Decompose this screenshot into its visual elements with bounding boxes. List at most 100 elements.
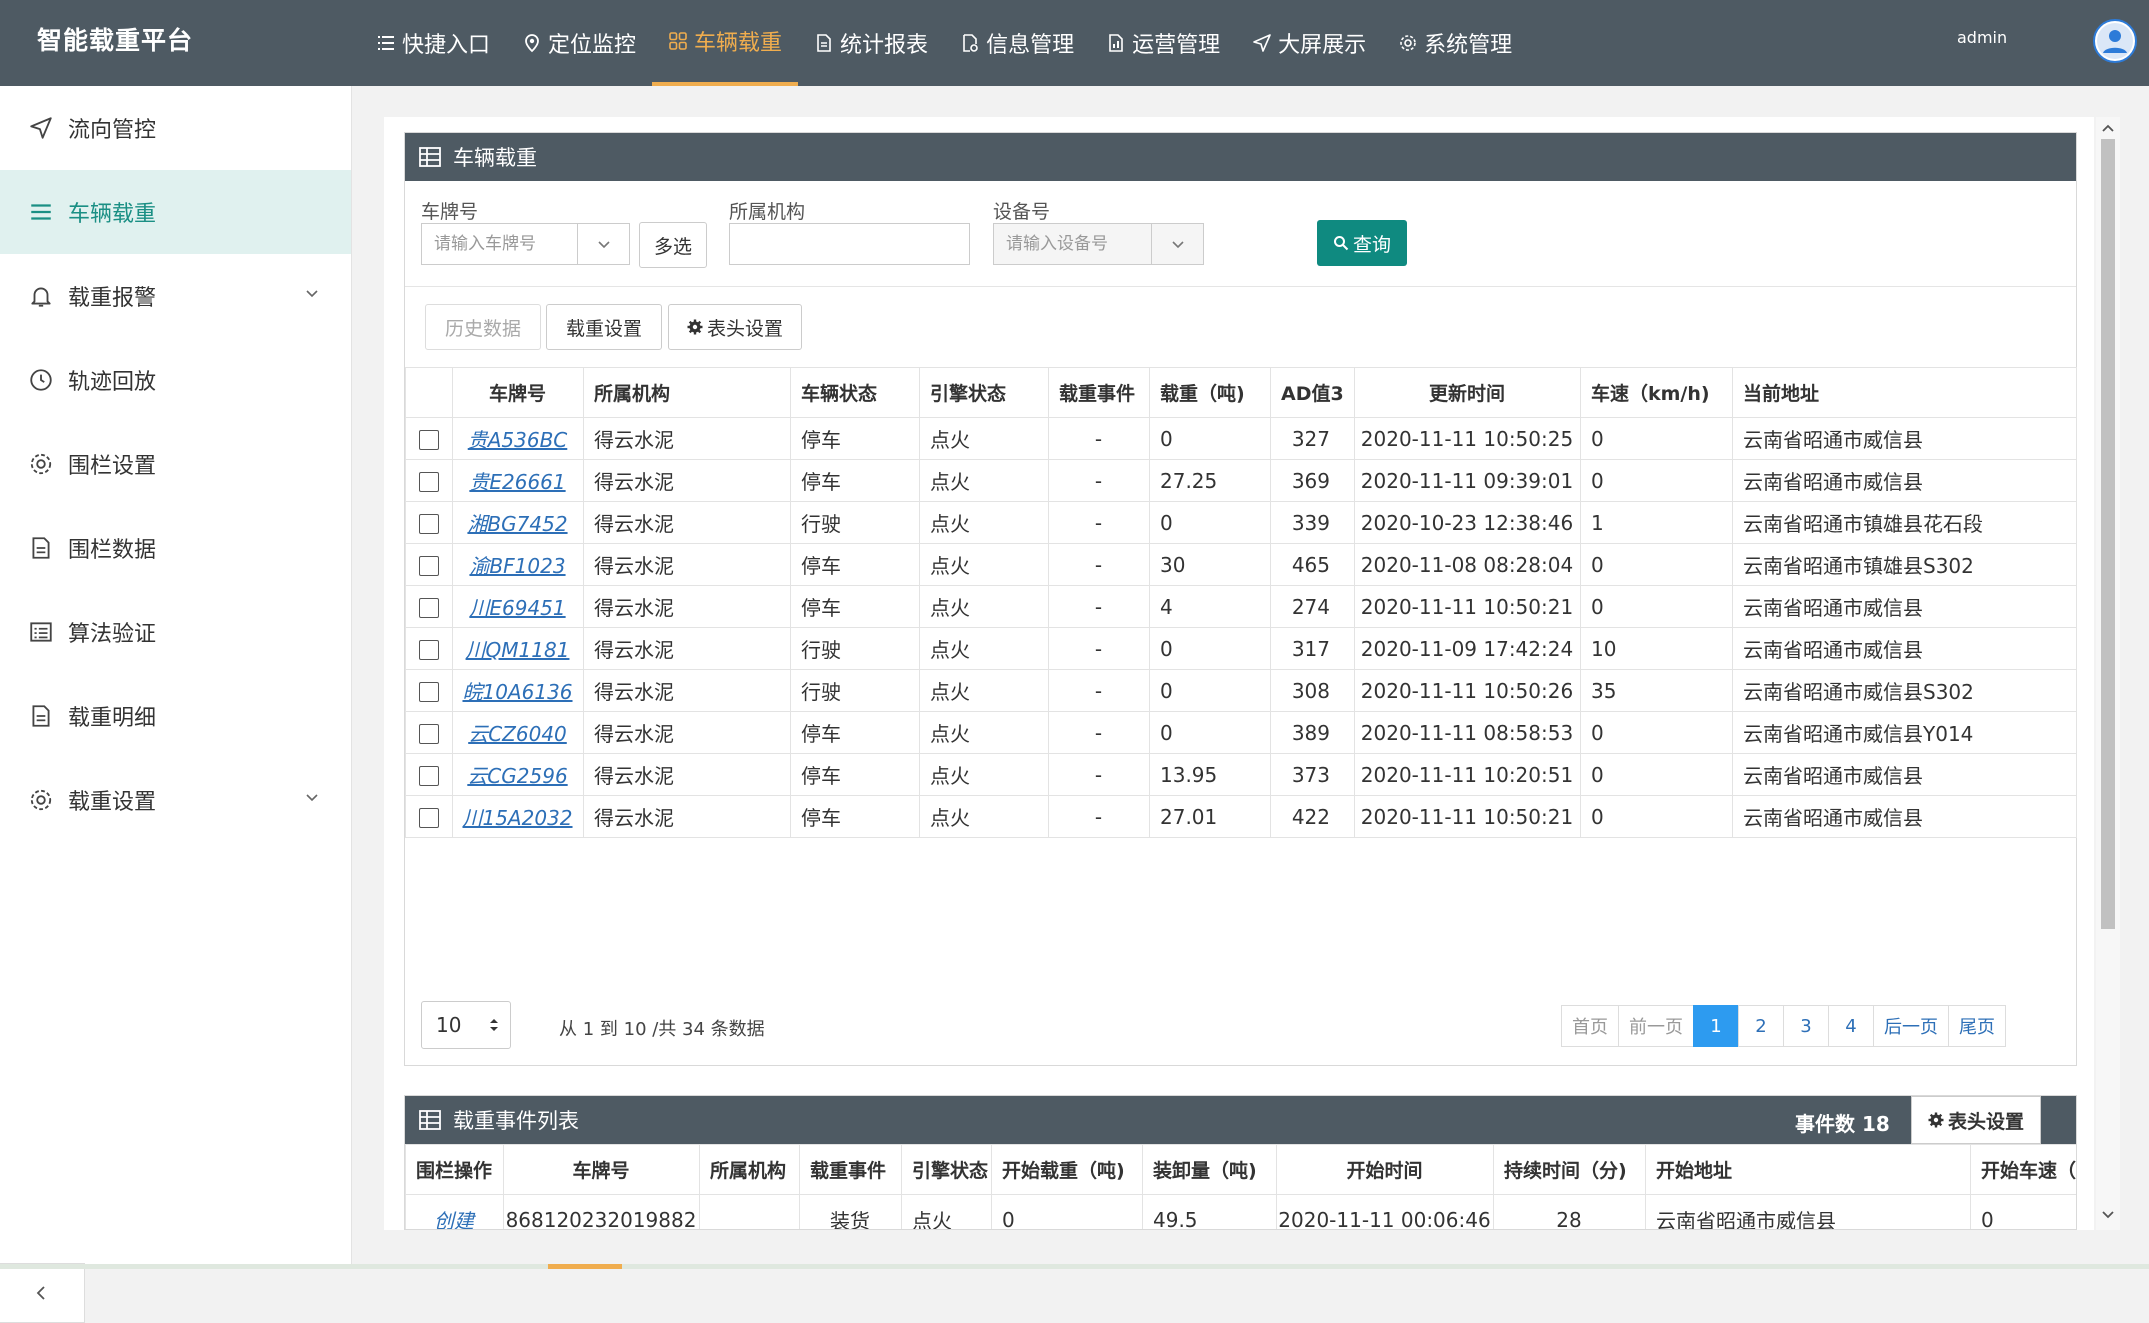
table-row[interactable]: 云CG2596 得云水泥 停车 点火 -13.95 373 2020-11-11 10:20… bbox=[405, 753, 2077, 796]
table-row[interactable]: 贵E26661 得云水泥 停车 点火 -27.25 369 2020-11-11 09:39… bbox=[405, 459, 2077, 502]
scroll-down-arrow-icon[interactable] bbox=[2101, 1208, 2115, 1222]
column-header[interactable]: 引擎状态 bbox=[919, 367, 1049, 418]
column-header[interactable]: 所属机构 bbox=[699, 1144, 800, 1195]
sidebar-item-flow-control[interactable]: 流向管控 bbox=[0, 86, 351, 170]
plate-select[interactable]: 请输入车牌号 bbox=[421, 223, 578, 265]
column-header[interactable]: 载重事件 bbox=[799, 1144, 902, 1195]
column-header[interactable]: 开始载重（吨) bbox=[991, 1144, 1143, 1195]
column-header[interactable]: 围栏操作 bbox=[405, 1144, 504, 1195]
page-button-1[interactable]: 1 bbox=[1693, 1005, 1739, 1047]
plate-link[interactable]: 皖10A6136 bbox=[462, 680, 572, 704]
column-header[interactable]: 车辆状态 bbox=[790, 367, 920, 418]
sidebar-item-fence-data[interactable]: 围栏数据 bbox=[0, 506, 351, 590]
page-button-3[interactable]: 3 bbox=[1783, 1005, 1829, 1047]
device-select[interactable]: 请输入设备号 bbox=[993, 223, 1152, 265]
table-row[interactable]: 川E69451 得云水泥 停车 点火 -4 274 2020-11-11 10:50:21 0… bbox=[405, 585, 2077, 628]
user-name[interactable]: admin bbox=[1957, 28, 2007, 47]
scrollbar-thumb[interactable] bbox=[2101, 139, 2115, 929]
sidebar-item-track-playback[interactable]: 轨迹回放 bbox=[0, 338, 351, 422]
plate-link[interactable]: 湘BG7452 bbox=[467, 512, 567, 536]
scroll-up-arrow-icon[interactable] bbox=[2101, 121, 2115, 135]
column-header[interactable]: 开始车速（ bbox=[1970, 1144, 2076, 1195]
accent-marker bbox=[548, 1264, 622, 1269]
plate-link[interactable]: 云CZ6040 bbox=[468, 722, 567, 746]
query-button[interactable]: 查询 bbox=[1317, 220, 1407, 266]
nav-item-statistics[interactable]: 统计报表 bbox=[798, 0, 944, 86]
column-header[interactable]: 当前地址 bbox=[1732, 367, 2077, 418]
column-header[interactable]: 车牌号 bbox=[452, 367, 584, 418]
sidebar-item-load-alarm[interactable]: 载重报警 bbox=[0, 254, 351, 338]
fence-action-link[interactable]: 创建 bbox=[434, 1209, 474, 1229]
page-button-2[interactable]: 2 bbox=[1738, 1005, 1784, 1047]
table-row[interactable]: 川QM1181 得云水泥 行驶 点火 -0 317 2020-11-09 17:42:24 1… bbox=[405, 627, 2077, 670]
plate-link[interactable]: 云CG2596 bbox=[467, 764, 567, 788]
column-header[interactable]: 所属机构 bbox=[583, 367, 791, 418]
table-row[interactable]: 渝BF1023 得云水泥 停车 点火 -30 465 2020-11-08 08:28:04… bbox=[405, 543, 2077, 586]
plate-link[interactable]: 川15A2032 bbox=[462, 806, 572, 830]
row-checkbox[interactable] bbox=[418, 640, 439, 660]
avatar[interactable] bbox=[2093, 19, 2137, 63]
column-header[interactable]: 载重（吨) bbox=[1149, 367, 1271, 418]
table-row[interactable]: 湘BG7452 得云水泥 行驶 点火 -0 339 2020-10-23 12:38:46 1… bbox=[405, 501, 2077, 544]
page-button-4[interactable]: 4 bbox=[1828, 1005, 1874, 1047]
next-page-button[interactable]: 后一页 bbox=[1873, 1005, 1949, 1047]
first-page-button[interactable]: 首页 bbox=[1561, 1005, 1619, 1047]
column-header[interactable]: 装卸量（吨) bbox=[1142, 1144, 1277, 1195]
sidebar-item-load-details[interactable]: 载重明细 bbox=[0, 674, 351, 758]
history-data-button[interactable]: 历史数据 bbox=[425, 304, 541, 350]
sidebar-collapse-button[interactable] bbox=[0, 1263, 85, 1323]
nav-item-location-monitor[interactable]: 定位监控 bbox=[506, 0, 652, 86]
table-row[interactable]: 云CZ6040 得云水泥 停车 点火 -0 389 2020-11-11 08:58:53 0… bbox=[405, 711, 2077, 754]
page-size-select[interactable]: 10 bbox=[421, 1001, 511, 1049]
table-row[interactable]: 创建 868120232019882 装货 点火 0 49.5 2020-11-… bbox=[405, 1194, 2076, 1229]
column-header[interactable]: AD值3 bbox=[1270, 367, 1355, 418]
plate-link[interactable]: 川E69451 bbox=[469, 596, 565, 620]
nav-item-info-management[interactable]: 信息管理 bbox=[944, 0, 1090, 86]
column-header[interactable]: 车速（km/h) bbox=[1580, 367, 1733, 418]
table-row[interactable]: 川15A2032 得云水泥 停车 点火 -27.01 422 2020-11-11 10:5… bbox=[405, 795, 2077, 838]
column-header[interactable]: 开始地址 bbox=[1645, 1144, 1971, 1195]
plate-dropdown-button[interactable] bbox=[578, 223, 630, 265]
table-cell: 停车 bbox=[790, 795, 920, 838]
table-row[interactable]: 贵A536BC 得云水泥 停车 点火 -0 327 2020-11-11 10:50:25 0… bbox=[405, 417, 2077, 460]
sidebar-item-vehicle-load[interactable]: 车辆载重 bbox=[0, 170, 351, 254]
sidebar-item-load-settings[interactable]: 载重设置 bbox=[0, 758, 351, 842]
plate-link[interactable]: 川QM1181 bbox=[466, 638, 570, 662]
nav-item-quick-entry[interactable]: 快捷入口 bbox=[360, 0, 506, 86]
plate-link[interactable]: 贵A536BC bbox=[468, 428, 568, 452]
fence-create-link[interactable]: 创建 bbox=[405, 1194, 504, 1229]
table-row[interactable]: 皖10A6136 得云水泥 行驶 点火 -0 308 2020-11-11 10:50:26… bbox=[405, 669, 2077, 712]
row-checkbox[interactable] bbox=[418, 472, 439, 492]
previous-page-button[interactable]: 前一页 bbox=[1618, 1005, 1694, 1047]
sidebar-item-fence-settings[interactable]: 围栏设置 bbox=[0, 422, 351, 506]
nav-item-vehicle-load[interactable]: 车辆载重 bbox=[652, 0, 799, 86]
row-checkbox[interactable] bbox=[418, 766, 439, 786]
row-checkbox[interactable] bbox=[418, 682, 439, 702]
nav-item-big-screen[interactable]: 大屏展示 bbox=[1236, 0, 1382, 86]
header-settings-button[interactable]: 表头设置 bbox=[668, 304, 802, 350]
sidebar-item-algorithm-verify[interactable]: 算法验证 bbox=[0, 590, 351, 674]
org-input[interactable] bbox=[729, 223, 970, 265]
plate-link[interactable]: 贵E26661 bbox=[469, 470, 565, 494]
last-page-button[interactable]: 尾页 bbox=[1948, 1005, 2006, 1047]
column-header[interactable]: 持续时间（分) bbox=[1493, 1144, 1646, 1195]
nav-item-operations[interactable]: 运营管理 bbox=[1090, 0, 1236, 86]
vertical-scrollbar[interactable] bbox=[2096, 117, 2120, 1230]
row-checkbox[interactable] bbox=[418, 598, 439, 618]
row-checkbox[interactable] bbox=[418, 724, 439, 744]
row-checkbox[interactable] bbox=[418, 808, 439, 828]
row-checkbox[interactable] bbox=[418, 556, 439, 576]
event-header-settings-button[interactable]: 表头设置 bbox=[1911, 1096, 2041, 1144]
column-header[interactable]: 车牌号 bbox=[503, 1144, 700, 1195]
column-header[interactable]: 更新时间 bbox=[1354, 367, 1581, 418]
nav-item-system[interactable]: 系统管理 bbox=[1382, 0, 1528, 86]
column-header[interactable]: 载重事件 bbox=[1048, 367, 1150, 418]
column-header[interactable]: 开始时间 bbox=[1276, 1144, 1494, 1195]
load-settings-button[interactable]: 载重设置 bbox=[546, 304, 662, 350]
device-dropdown-button[interactable] bbox=[1152, 223, 1204, 265]
row-checkbox[interactable] bbox=[418, 430, 439, 450]
multi-select-button[interactable]: 多选 bbox=[639, 222, 707, 268]
column-header[interactable]: 引擎状态 bbox=[901, 1144, 992, 1195]
row-checkbox[interactable] bbox=[418, 514, 439, 534]
plate-link[interactable]: 渝BF1023 bbox=[469, 554, 565, 578]
